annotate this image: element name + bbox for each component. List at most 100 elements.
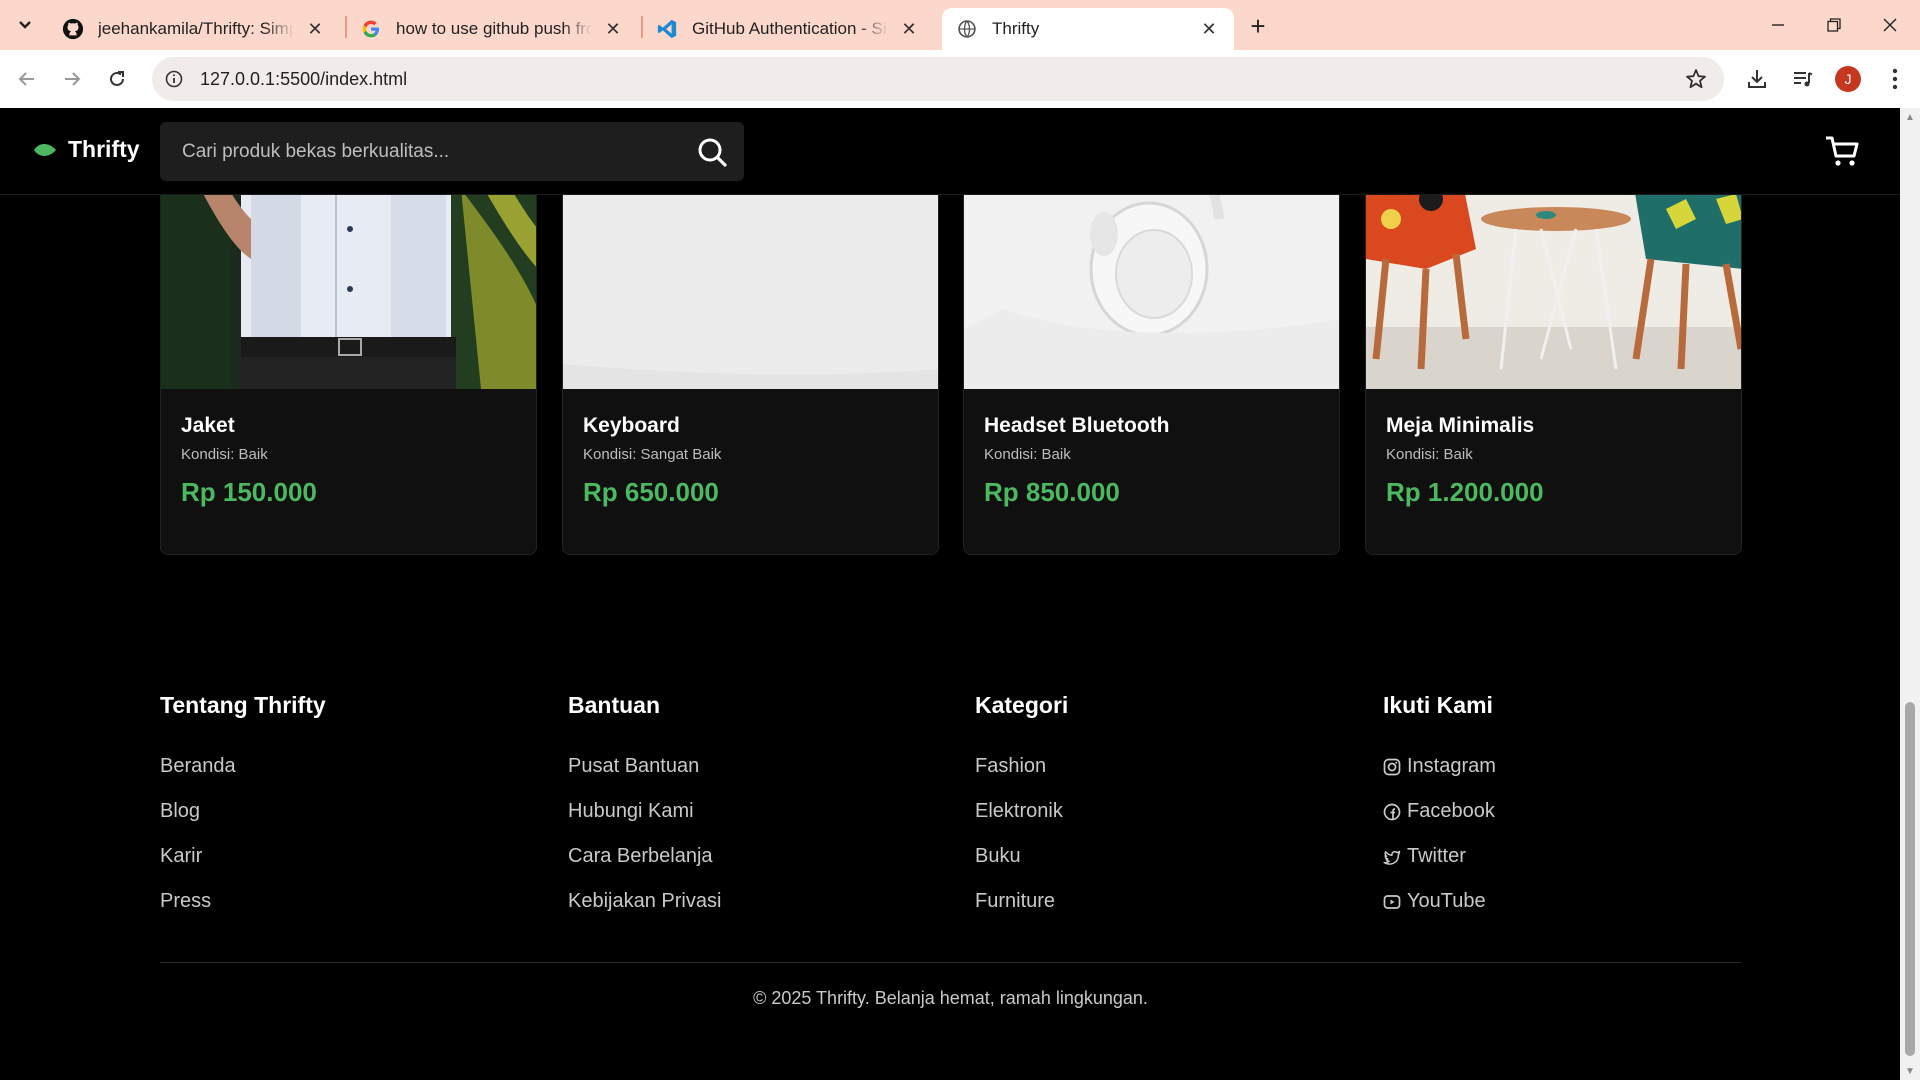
footer-link-youtube[interactable]: YouTube: [1383, 879, 1496, 924]
browser-menu-button[interactable]: [1880, 64, 1910, 94]
footer-link-books[interactable]: Buku: [975, 834, 1068, 879]
page-scrollbar[interactable]: ▲ ▼: [1900, 108, 1920, 1080]
github-icon: [62, 18, 84, 40]
close-window-button[interactable]: [1862, 0, 1918, 50]
chevron-down-icon: [19, 21, 31, 29]
tab-title: GitHub Authentication - Sign In: [692, 19, 888, 38]
download-icon: [1748, 70, 1766, 88]
footer-heading: Tentang Thrifty: [160, 692, 326, 718]
minimize-icon: [1772, 24, 1784, 26]
youtube-icon: [1383, 894, 1401, 909]
page-viewport: Jaket Kondisi: Baik Rp 150.000 Keyboard …: [0, 108, 1900, 1078]
footer-column-categories: Kategori Fashion Elektronik Buku Furnitu…: [975, 692, 1068, 924]
footer-column-social: Ikuti Kami Instagram Facebook Twitter Yo…: [1383, 692, 1496, 924]
footer-link-contact[interactable]: Hubungi Kami: [568, 789, 721, 834]
footer-link-facebook[interactable]: Facebook: [1383, 789, 1496, 834]
leaf-icon: [34, 143, 56, 156]
reload-button[interactable]: [100, 62, 134, 96]
scrollbar-thumb[interactable]: [1905, 702, 1915, 1056]
product-name[interactable]: Meja Minimalis: [1386, 414, 1534, 438]
footer-link-fashion[interactable]: Fashion: [975, 744, 1068, 789]
reload-icon: [110, 71, 124, 86]
globe-icon: [956, 18, 978, 40]
more-vertical-icon: [1892, 68, 1898, 90]
restore-button[interactable]: [1806, 0, 1862, 50]
cart-button[interactable]: [1824, 134, 1860, 168]
bookmark-star-icon[interactable]: [1684, 67, 1708, 91]
footer-link-furniture[interactable]: Furniture: [975, 879, 1068, 924]
tab-thrifty[interactable]: Thrifty ✕: [942, 8, 1234, 50]
scroll-down-arrow-icon[interactable]: ▼: [1900, 1062, 1920, 1080]
tab-search-button[interactable]: [10, 11, 40, 39]
browser-toolbar: 127.0.0.1:5500/index.html: [0, 50, 1920, 108]
profile-avatar[interactable]: J: [1835, 66, 1861, 92]
product-price: Rp 150.000: [181, 477, 317, 507]
address-bar[interactable]: 127.0.0.1:5500/index.html: [152, 57, 1724, 101]
footer-link-label: Twitter: [1407, 845, 1466, 867]
google-icon: [360, 18, 382, 40]
product-price: Rp 1.200.000: [1386, 477, 1544, 507]
close-icon[interactable]: ✕: [602, 18, 624, 40]
close-icon[interactable]: ✕: [898, 18, 920, 40]
product-price: Rp 850.000: [984, 477, 1120, 507]
footer-link-instagram[interactable]: Instagram: [1383, 744, 1496, 789]
tab-github[interactable]: jeehankamila/Thrifty: Simple web ✕: [48, 8, 340, 50]
footer-link-press[interactable]: Press: [160, 879, 326, 924]
footer-link-help-center[interactable]: Pusat Bantuan: [568, 744, 721, 789]
footer-link-privacy[interactable]: Kebijakan Privasi: [568, 879, 721, 924]
tab-title: jeehankamila/Thrifty: Simple web: [98, 19, 294, 38]
footer-link-twitter[interactable]: Twitter: [1383, 834, 1496, 879]
playlist-icon: [1794, 72, 1813, 87]
footer-link-label: Facebook: [1407, 800, 1495, 822]
search-button[interactable]: [696, 136, 728, 168]
footer-column-about: Tentang Thrifty Beranda Blog Karir Press: [160, 692, 326, 924]
instagram-icon: [1383, 758, 1401, 775]
site-header: Thrifty: [0, 108, 1900, 195]
facebook-icon: [1383, 803, 1401, 820]
forward-button[interactable]: [55, 62, 89, 96]
twitter-icon: [1383, 850, 1401, 865]
close-icon[interactable]: ✕: [1198, 18, 1220, 40]
site-logo[interactable]: Thrifty: [34, 136, 140, 163]
footer-heading: Bantuan: [568, 692, 660, 718]
product-price: Rp 650.000: [583, 477, 719, 507]
close-icon: [1883, 18, 1897, 32]
brand-name: Thrifty: [68, 136, 140, 162]
url-text: 127.0.0.1:5500/index.html: [200, 68, 408, 89]
footer-link-how-to-shop[interactable]: Cara Berbelanja: [568, 834, 721, 879]
site-info-icon[interactable]: [162, 67, 186, 91]
product-name[interactable]: Headset Bluetooth: [984, 414, 1170, 438]
tab-title: Thrifty: [992, 19, 1040, 38]
tab-google[interactable]: how to use github push from an ✕: [346, 8, 638, 50]
footer-column-help: Bantuan Pusat Bantuan Hubungi Kami Cara …: [568, 692, 721, 924]
tab-github-auth[interactable]: GitHub Authentication - Sign In ✕: [642, 8, 934, 50]
cart-icon: [1826, 136, 1859, 166]
footer-link-label: YouTube: [1407, 890, 1486, 912]
footer-link-karir[interactable]: Karir: [160, 834, 326, 879]
footer-link-label: Instagram: [1407, 755, 1496, 777]
footer-link-electronics[interactable]: Elektronik: [975, 789, 1068, 834]
arrow-right-icon: [65, 72, 81, 86]
arrow-left-icon: [18, 72, 34, 86]
back-button[interactable]: [10, 62, 44, 96]
product-condition: Kondisi: Baik: [984, 446, 1071, 463]
tab-title: how to use github push from an: [396, 19, 592, 38]
vscode-icon: [656, 18, 678, 40]
footer-link-beranda[interactable]: Beranda: [160, 744, 326, 789]
restore-icon: [1827, 18, 1841, 32]
plus-icon: +: [1250, 10, 1266, 41]
product-name[interactable]: Jaket: [181, 414, 235, 438]
close-icon[interactable]: ✕: [304, 18, 326, 40]
scroll-up-arrow-icon[interactable]: ▲: [1900, 108, 1920, 126]
media-control-button[interactable]: [1788, 64, 1818, 94]
footer-link-blog[interactable]: Blog: [160, 789, 326, 834]
browser-tab-bar: jeehankamila/Thrifty: Simple web ✕ how t…: [0, 0, 1920, 50]
downloads-button[interactable]: [1742, 64, 1772, 94]
product-name[interactable]: Keyboard: [583, 414, 680, 438]
copyright-text: © 2025 Thrifty. Belanja hemat, ramah lin…: [753, 988, 1148, 1008]
search-icon: [698, 138, 727, 167]
minimize-button[interactable]: [1750, 0, 1806, 50]
new-tab-button[interactable]: +: [1243, 11, 1273, 41]
search-input[interactable]: [182, 122, 662, 181]
search-bar: [160, 122, 744, 181]
